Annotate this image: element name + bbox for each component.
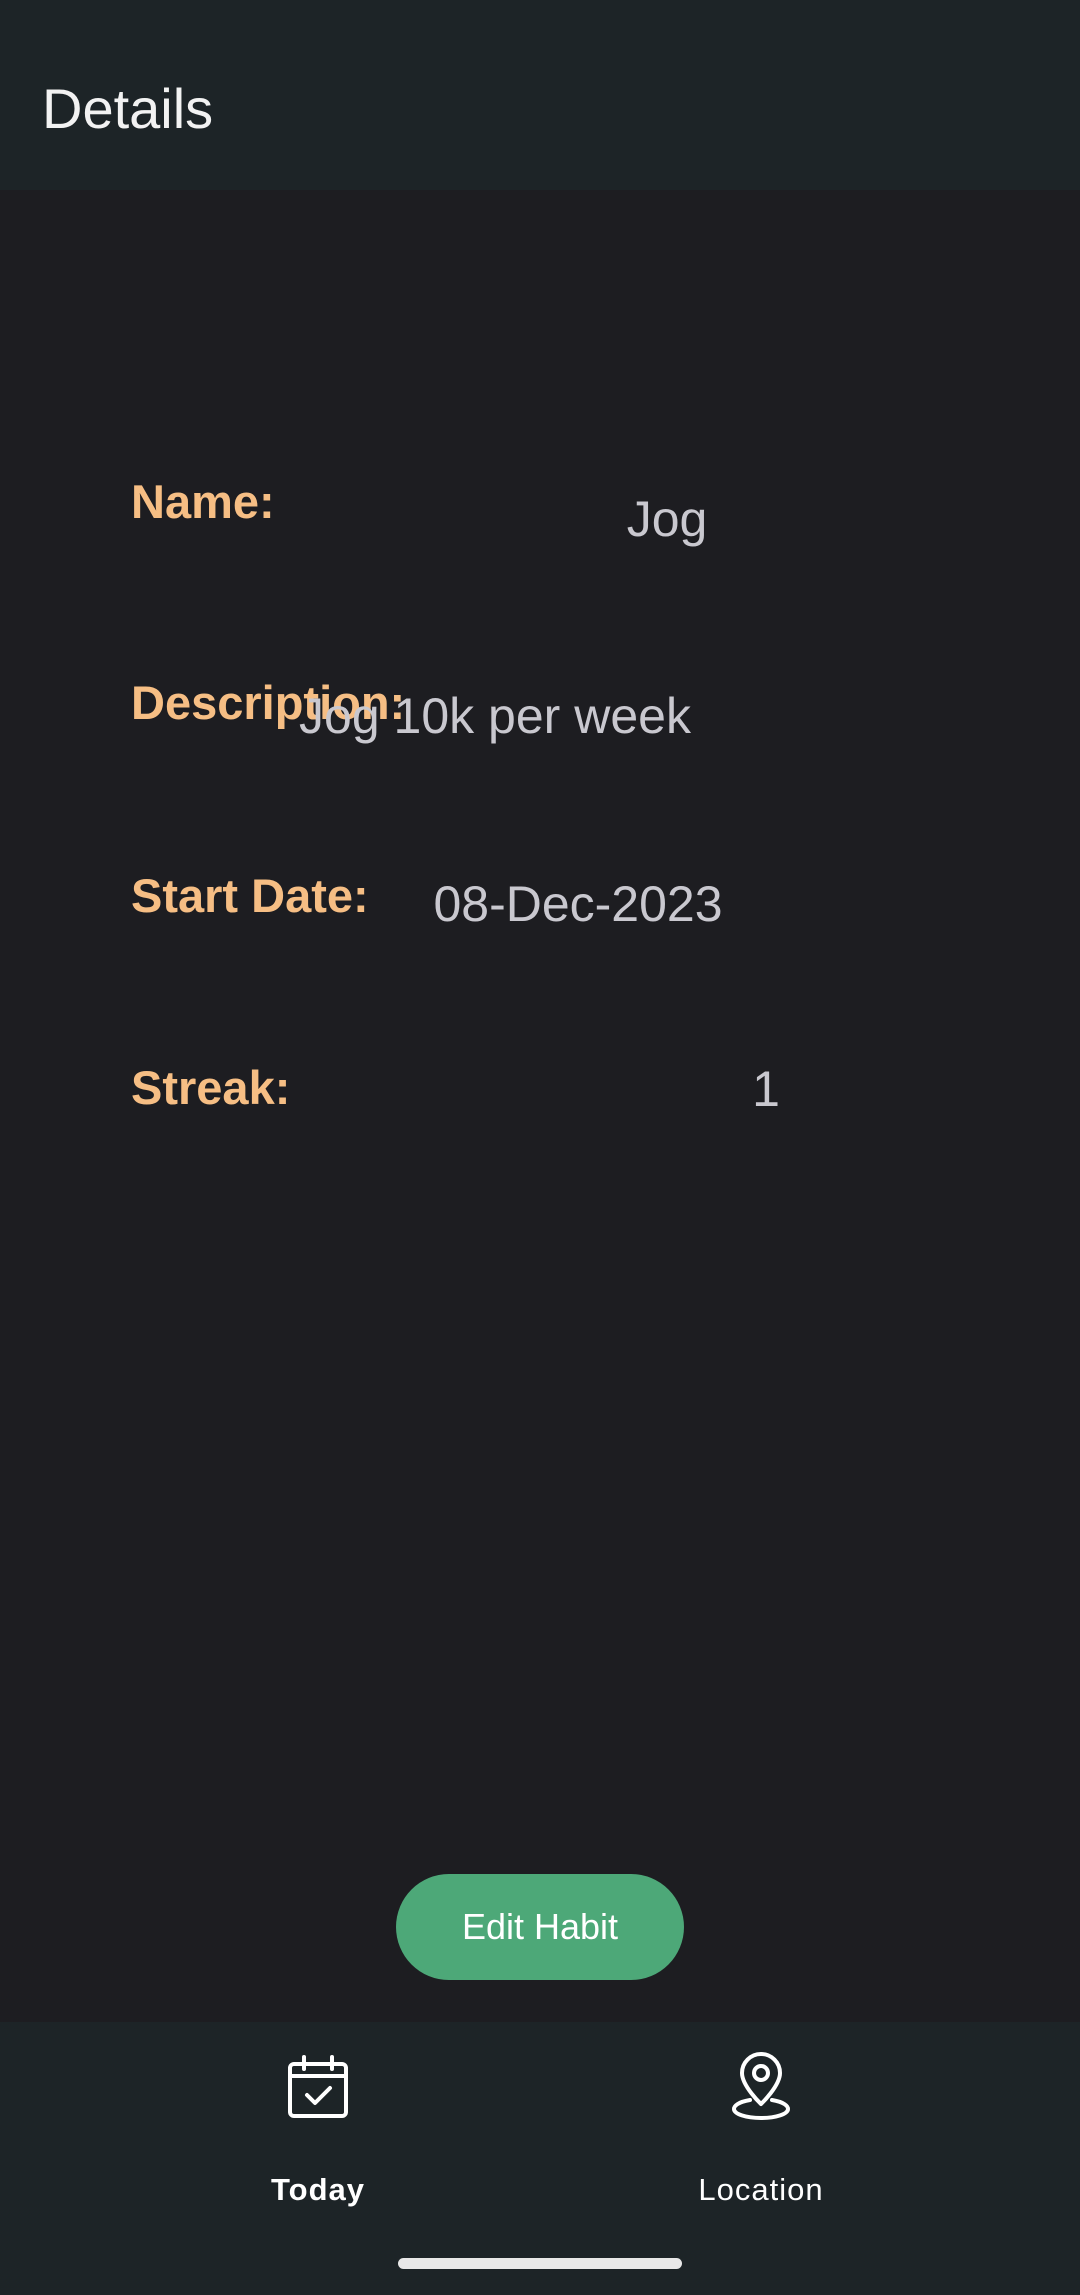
nav-item-location[interactable]: Location — [611, 2052, 911, 2232]
streak-label: Streak: — [131, 1061, 291, 1114]
nav-item-today[interactable]: Today — [168, 2052, 468, 2232]
calendar-check-icon — [288, 2055, 348, 2118]
nav-item-label: Today — [271, 2172, 365, 2207]
name-value: Jog — [626, 491, 708, 547]
start-date-value: 08-Dec-2023 — [433, 876, 723, 932]
nav-item-label: Location — [698, 2172, 824, 2207]
edit-habit-button[interactable]: Edit Habit — [396, 1874, 684, 1980]
bottom-navigation: Today Location — [0, 2022, 1080, 2295]
page-title: Details — [42, 77, 214, 140]
start-date-label: Start Date: — [131, 869, 369, 922]
description-value: Jog 10k per week — [299, 688, 691, 744]
details-content: Name: Jog Description: Jog 10k per week … — [0, 190, 1080, 2022]
map-pin-icon — [731, 2052, 791, 2121]
streak-value: 1 — [752, 1061, 780, 1117]
name-label: Name: — [131, 475, 275, 528]
home-indicator[interactable] — [398, 2258, 682, 2269]
app-bar: Details — [0, 0, 1080, 190]
habit-details-screen: Details Name: Jog Description: Jog 10k p… — [0, 0, 1080, 2295]
